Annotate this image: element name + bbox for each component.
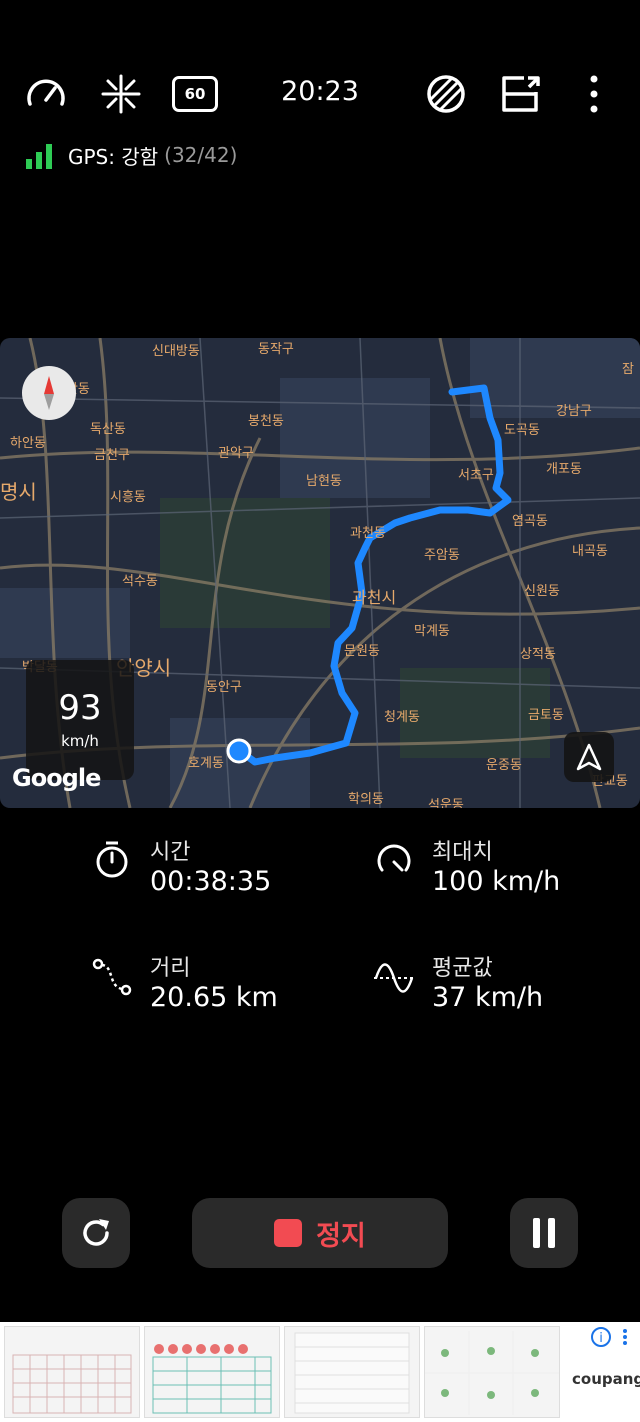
current-location-marker (226, 738, 252, 764)
stat-distance-value: 20.65 km (150, 982, 278, 1013)
stat-time-label: 시간 (150, 840, 191, 865)
map-label: 남현동 (306, 474, 342, 489)
current-speed: 93 (58, 688, 102, 728)
ad-banner[interactable]: i coupang (0, 1322, 640, 1422)
map-label: 염곡동 (512, 514, 548, 529)
stat-time-value: 00:38:35 (150, 866, 272, 897)
map-label: 하안동 (10, 436, 46, 451)
map-label: 과천동 (350, 526, 386, 541)
speedometer-icon[interactable] (24, 72, 68, 116)
stat-average-speed: 평균값 37 km/h (374, 950, 640, 1030)
map-label: 석수동 (122, 574, 158, 589)
map-label: 강남구 (556, 404, 592, 419)
stopwatch-icon (96, 841, 128, 878)
export-icon[interactable] (498, 72, 542, 116)
stat-max-label: 최대치 (432, 840, 493, 865)
speed-overlay: 93 km/h (26, 660, 134, 780)
map-label: 상적동 (520, 647, 556, 662)
stat-average-label: 평균값 (432, 956, 493, 981)
top-toolbar: 60 20:23 (0, 60, 640, 130)
map-label: 운중동 (486, 758, 522, 773)
map-label: 금천구 (94, 448, 130, 463)
distance-icon (92, 958, 132, 996)
refresh-icon (83, 1219, 109, 1246)
navigation-arrow-button[interactable] (564, 732, 614, 782)
map-label: 동안구 (206, 680, 242, 695)
map-label: 개포동 (546, 462, 582, 477)
ad-thumbnail[interactable] (4, 1326, 140, 1418)
gps-status: GPS: 강함 (32/42) (26, 140, 237, 170)
stat-max-speed: 최대치 100 km/h (374, 834, 640, 914)
map-label: 호계동 (188, 756, 224, 771)
map-label: 독산동 (90, 422, 126, 437)
google-logo: Google (12, 764, 101, 792)
map-label: 봉천동 (248, 414, 284, 429)
map-label: 잠 (622, 362, 634, 377)
night-mode-icon[interactable] (424, 72, 468, 116)
map-label: 도곡동 (504, 423, 540, 438)
gps-label: GPS: 강함 (68, 144, 159, 169)
speed-unit: km/h (61, 732, 99, 750)
map-label: 내곡동 (572, 544, 608, 559)
map-label: 막계동 (414, 624, 450, 639)
stat-max-value: 100 km/h (432, 866, 561, 897)
map-label: 주암동 (424, 548, 460, 563)
stat-average-value: 37 km/h (432, 982, 544, 1013)
map-label: 학의동 (348, 792, 384, 807)
wave-icon (374, 963, 414, 993)
map-label: 석운동 (428, 798, 464, 808)
reset-button[interactable] (62, 1198, 130, 1268)
stat-distance: 거리 20.65 km (92, 950, 392, 1030)
pause-icon (533, 1218, 555, 1248)
ad-thumbnail[interactable] (424, 1326, 560, 1418)
map-label: 관악구 (218, 446, 254, 461)
map-label: 신대방동 (152, 344, 200, 359)
map-label: 동작구 (258, 342, 294, 357)
pause-button[interactable] (510, 1198, 578, 1268)
map-label: 서초구 (458, 468, 494, 483)
gauge-icon (377, 844, 411, 872)
navigation-arrow-icon (576, 743, 602, 771)
ad-brand: coupang (572, 1370, 640, 1388)
svg-text:i: i (599, 1331, 603, 1346)
clock: 20:23 (281, 76, 359, 107)
map-label: 금토동 (528, 708, 564, 723)
map-label: 과천시 (352, 588, 397, 607)
stop-icon (274, 1219, 303, 1247)
map-label: 시흥동 (110, 490, 146, 505)
speed-limit-icon[interactable]: 60 (172, 72, 218, 116)
map-label: 신원동 (524, 584, 560, 599)
more-vertical-icon[interactable] (572, 72, 616, 116)
ad-info-icon[interactable]: i (590, 1326, 612, 1348)
stat-time: 시간 00:38:35 (92, 834, 392, 914)
compass-icon[interactable] (22, 366, 76, 420)
map-label: 명시 (0, 480, 37, 504)
ad-thumbnail[interactable] (144, 1326, 280, 1418)
map-label: 문원동 (344, 644, 380, 659)
signal-icon (26, 144, 52, 169)
snowflake-icon[interactable] (99, 72, 143, 116)
map-label: 청계동 (384, 710, 420, 725)
stat-distance-label: 거리 (150, 956, 191, 981)
gps-count: (32/42) (164, 143, 238, 167)
stop-button[interactable]: 정지 (192, 1198, 448, 1268)
ad-thumbnail[interactable] (284, 1326, 420, 1418)
ad-more-icon[interactable] (618, 1326, 632, 1348)
stop-label: 정지 (316, 1220, 366, 1252)
